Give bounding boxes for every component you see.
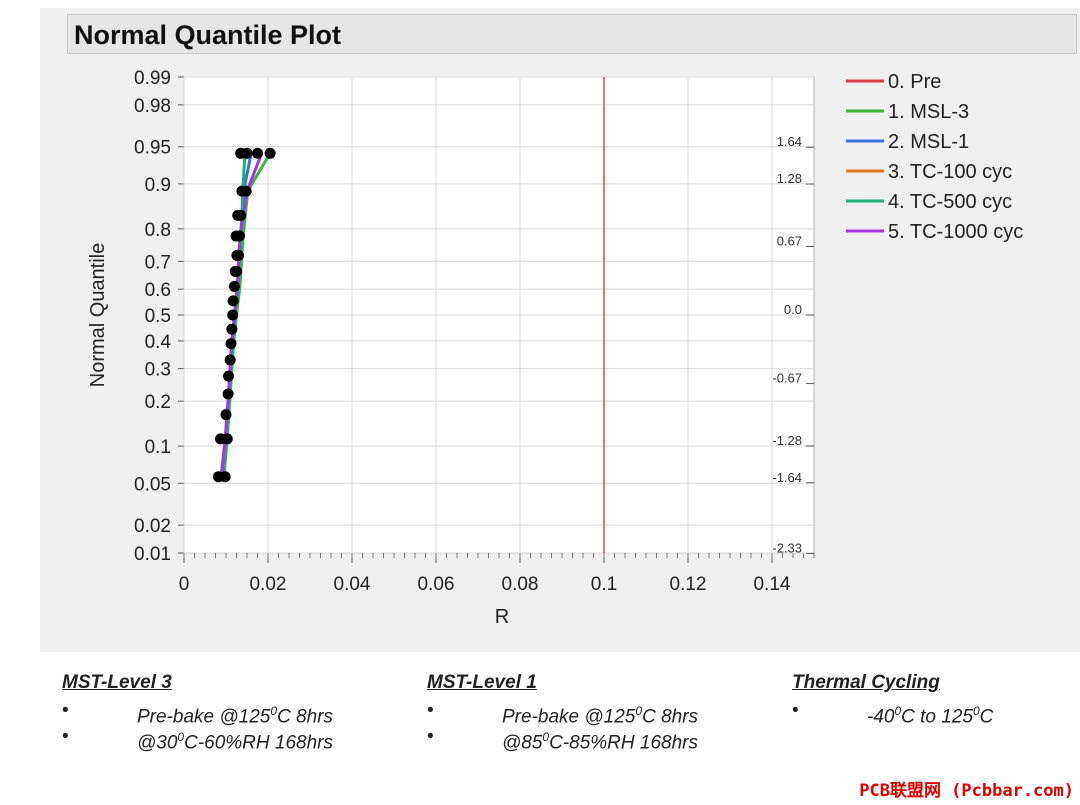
data-point xyxy=(220,409,232,421)
legend-label: 3. TC-100 cyc xyxy=(888,161,1012,183)
z-tick-label: -0.67 xyxy=(772,371,802,386)
x-tick-label: 0.1 xyxy=(591,574,617,595)
y-tick-label: 0.5 xyxy=(145,306,171,327)
x-tick-label: 0.06 xyxy=(418,574,455,595)
y-tick-label: 0.3 xyxy=(145,360,171,381)
legend-label: 1. MSL-3 xyxy=(888,101,969,123)
y-tick-label: 0.4 xyxy=(145,332,172,353)
data-point xyxy=(222,388,234,400)
note-text: C xyxy=(979,706,994,728)
data-point xyxy=(225,338,237,350)
y-axis-label: Normal Quantile xyxy=(87,243,109,388)
bullet-icon: • xyxy=(427,700,434,721)
y-tick-label: 0.05 xyxy=(134,474,171,495)
z-tick-label: -1.64 xyxy=(772,470,802,485)
data-point xyxy=(221,433,233,445)
data-point xyxy=(233,249,245,261)
data-point xyxy=(241,147,253,159)
z-tick-label: 1.64 xyxy=(777,134,802,149)
y-tick-label: 0.99 xyxy=(134,68,171,89)
legend-label: 4. TC-500 cyc xyxy=(888,191,1012,213)
data-point xyxy=(240,185,252,197)
note-msl1-line-1: • Pre-bake @1250C 8hrs xyxy=(427,698,757,727)
x-tick-label: 0.04 xyxy=(334,574,371,595)
data-point xyxy=(228,280,240,292)
note-msl3: MST-Level 3 • Pre-bake @1250C 8hrs • @30… xyxy=(62,672,392,754)
data-point xyxy=(231,265,242,277)
z-tick-label: -2.33 xyxy=(772,540,802,555)
bullet-icon: • xyxy=(427,726,434,747)
watermark: PCB联盟网 (Pcbbar.com) xyxy=(859,781,1074,801)
legend-label: 0. Pre xyxy=(888,71,941,93)
data-point xyxy=(227,295,239,307)
y-tick-label: 0.2 xyxy=(145,392,171,413)
note-msl1-line-2: • @850C-85%RH 168hrs xyxy=(427,724,757,754)
y-tick-label: 0.01 xyxy=(134,544,171,565)
note-msl1: MST-Level 1 • Pre-bake @1250C 8hrs • @85… xyxy=(427,672,757,754)
note-text: C to 125 xyxy=(901,706,973,728)
y-tick-label: 0.95 xyxy=(134,138,171,159)
note-msl3-heading: MST-Level 3 xyxy=(62,672,172,693)
y-tick-label: 0.9 xyxy=(145,175,171,196)
bullet-icon: • xyxy=(62,700,69,721)
note-msl3-line-1: • Pre-bake @1250C 8hrs xyxy=(62,698,392,727)
note-text: @85 xyxy=(502,732,543,754)
x-tick-label: 0.02 xyxy=(250,574,287,595)
data-point xyxy=(235,209,247,221)
note-tc-heading: Thermal Cycling xyxy=(792,672,940,693)
note-text: @30 xyxy=(137,732,178,754)
data-point xyxy=(226,323,238,335)
data-point xyxy=(227,309,239,321)
degree-mark: 0 xyxy=(972,704,980,718)
y-tick-label: 0.6 xyxy=(145,280,171,301)
data-point xyxy=(233,230,245,242)
data-point xyxy=(224,354,236,366)
x-tick-label: 0.08 xyxy=(502,574,539,595)
quantile-plot: 0.01 0.02 0.05 0.1 0.2 0.3 0.4 0.5 0.6 0.7 0.8 0.9 0… xyxy=(87,68,1023,628)
z-tick-label: 1.28 xyxy=(777,171,802,186)
legend-label: 5. TC-1000 cyc xyxy=(888,221,1023,243)
y-tick-label: 0.02 xyxy=(134,516,171,537)
note-msl1-heading: MST-Level 1 xyxy=(427,672,537,693)
legend-label: 2. MSL-1 xyxy=(888,131,969,153)
y-tick-label: 0.8 xyxy=(145,220,171,241)
x-tick-label: 0.14 xyxy=(754,574,791,595)
bullet-icon: • xyxy=(62,726,69,747)
y-tick-label: 0.1 xyxy=(145,437,171,458)
x-tick-label: 0.12 xyxy=(670,574,707,595)
x-tick-label: 0 xyxy=(179,574,190,595)
z-tick-label: 0.0 xyxy=(784,302,802,317)
z-tick-label: -1.28 xyxy=(772,433,802,448)
note-msl3-line-2: • @300C-60%RH 168hrs xyxy=(62,724,392,754)
data-point xyxy=(219,471,231,483)
note-text: -40 xyxy=(867,706,895,728)
data-point xyxy=(252,147,263,159)
note-tc-line-1: • -400C to 1250C xyxy=(792,698,1062,728)
bullet-icon: • xyxy=(792,700,799,721)
x-axis-label: R xyxy=(495,606,509,628)
note-text: C-60%RH 168hrs xyxy=(184,732,334,754)
note-thermal-cycling: Thermal Cycling • -400C to 1250C xyxy=(792,672,1062,728)
data-point xyxy=(223,370,235,382)
y-tick-label: 0.7 xyxy=(145,252,171,273)
data-point xyxy=(264,147,276,159)
note-text: C-85%RH 168hrs xyxy=(549,732,699,754)
y-tick-label: 0.98 xyxy=(134,96,171,117)
z-tick-label: 0.67 xyxy=(777,233,802,248)
